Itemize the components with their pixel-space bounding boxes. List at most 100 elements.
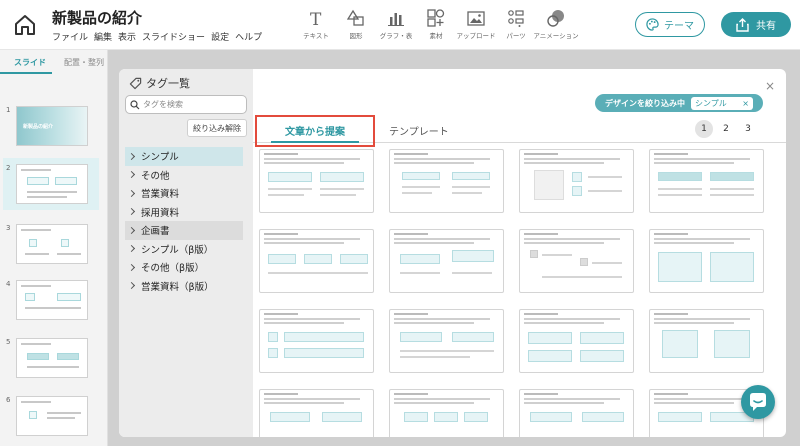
chevron-right-icon [127, 226, 136, 234]
tool-materials[interactable]: 素材 [416, 8, 456, 44]
filter-value: シンプル [695, 98, 727, 108]
menu-edit[interactable]: 編集 [94, 30, 112, 43]
clear-filter-button[interactable]: 絞り込み解除 [187, 119, 247, 137]
menu-bar: ファイル 編集 表示 スライドショー 設定 ヘルプ [52, 30, 262, 43]
template-card[interactable] [519, 229, 634, 293]
design-picker-modal: タグ一覧 タグを検索 絞り込み解除 シンプル その他 営業資料 採用資料 企画書… [119, 69, 786, 437]
filter-label: デザインを絞り込み中 [605, 98, 685, 108]
slide-thumbnail-2[interactable] [16, 164, 88, 204]
chevron-right-icon [127, 263, 136, 271]
tool-upload[interactable]: アップロード [456, 8, 496, 44]
chevron-right-icon [127, 171, 136, 179]
active-filter-pill: デザインを絞り込み中 シンプル × [595, 94, 763, 112]
template-card[interactable] [389, 389, 504, 437]
tag-list: シンプル その他 営業資料 採用資料 企画書 シンプル（β版） その他（β版） … [125, 147, 243, 295]
menu-slideshow[interactable]: スライドショー [142, 30, 205, 43]
tag-item-simple[interactable]: シンプル [125, 147, 243, 166]
tool-text[interactable]: T テキスト [296, 8, 336, 44]
slide-thumbnail-title: 新製品の紹介 [23, 124, 54, 130]
tab-slides[interactable]: スライド [0, 50, 52, 74]
template-card[interactable] [259, 149, 374, 213]
template-card[interactable] [389, 309, 504, 373]
materials-icon [427, 8, 445, 28]
slide-number: 1 [6, 106, 11, 114]
theme-button[interactable]: テーマ [635, 12, 705, 37]
tag-icon [129, 77, 142, 89]
tag-item-other[interactable]: その他 [125, 166, 243, 185]
home-icon[interactable] [12, 12, 38, 38]
tag-search-input[interactable]: タグを検索 [125, 95, 247, 114]
menu-help[interactable]: ヘルプ [235, 30, 262, 43]
parts-icon [507, 8, 525, 28]
theme-label: テーマ [664, 21, 694, 32]
page-1[interactable]: 1 [695, 120, 713, 138]
bar-chart-icon [387, 8, 405, 28]
tag-item-proposal[interactable]: 企画書 [125, 221, 243, 240]
top-bar: 新製品の紹介 ファイル 編集 表示 スライドショー 設定 ヘルプ T テキスト … [0, 0, 800, 50]
template-card[interactable] [649, 309, 764, 373]
pagination: 1 2 3 [695, 120, 757, 138]
slide-thumbnail-3[interactable] [16, 224, 88, 264]
chevron-right-icon [127, 245, 136, 253]
tag-item-sales[interactable]: 営業資料 [125, 184, 243, 203]
page-2[interactable]: 2 [717, 120, 735, 138]
tool-shapes[interactable]: 図形 [336, 8, 376, 44]
document-title[interactable]: 新製品の紹介 [52, 7, 142, 28]
text-icon: T [307, 8, 325, 28]
template-card[interactable] [519, 389, 634, 437]
filter-value-chip: シンプル × [691, 96, 753, 110]
menu-settings[interactable]: 設定 [211, 30, 229, 43]
slide-thumbnail-1[interactable]: 新製品の紹介 [16, 106, 88, 146]
tool-animation[interactable]: アニメーション [533, 8, 579, 44]
slide-thumbnail-6[interactable] [16, 396, 88, 436]
slide-panel: スライド 配置・整列 1 新製品の紹介 2 3 4 5 6 [0, 50, 108, 446]
chevron-right-icon [127, 282, 136, 290]
share-icon [736, 17, 749, 32]
slide-number: 3 [6, 224, 11, 232]
template-card[interactable] [259, 229, 374, 293]
animation-icon [547, 8, 565, 28]
slide-number: 6 [6, 396, 11, 404]
template-card[interactable] [259, 309, 374, 373]
chat-icon [750, 393, 766, 411]
slide-thumbnail-4[interactable] [16, 280, 88, 320]
tag-list-header: タグ一覧 [129, 75, 190, 91]
search-icon [130, 99, 140, 109]
slide-thumbnail-5[interactable] [16, 338, 88, 378]
template-card[interactable] [389, 229, 504, 293]
menu-file[interactable]: ファイル [52, 30, 88, 43]
tab-suggest-from-text[interactable]: 文章から提案 [255, 115, 375, 147]
tag-item-sales-beta[interactable]: 営業資料（β版） [125, 277, 243, 296]
palette-icon [646, 18, 659, 31]
image-upload-icon [467, 8, 485, 28]
tag-list-title: タグ一覧 [146, 77, 190, 90]
shapes-icon [347, 8, 365, 28]
tag-item-recruiting[interactable]: 採用資料 [125, 203, 243, 222]
slide-number: 5 [6, 338, 11, 346]
chat-support-button[interactable] [741, 385, 775, 419]
remove-filter-icon[interactable]: × [742, 99, 749, 108]
close-icon[interactable]: × [765, 79, 775, 93]
tool-chart[interactable]: グラフ・表 [376, 8, 416, 44]
chevron-right-icon [127, 152, 136, 160]
template-card[interactable] [389, 149, 504, 213]
chevron-right-icon [127, 208, 136, 216]
menu-view[interactable]: 表示 [118, 30, 136, 43]
template-card[interactable] [649, 149, 764, 213]
tag-item-other-beta[interactable]: その他（β版） [125, 258, 243, 277]
tab-templates[interactable]: テンプレート [389, 123, 449, 138]
slide-number: 2 [6, 164, 11, 172]
template-card[interactable] [519, 309, 634, 373]
search-placeholder: タグを検索 [143, 100, 183, 109]
slide-panel-tabs: スライド 配置・整列 [0, 50, 108, 74]
tool-parts[interactable]: パーツ [496, 8, 536, 44]
share-button[interactable]: 共有 [721, 12, 791, 37]
template-card[interactable] [259, 389, 374, 437]
insert-toolbar: T テキスト 図形 グラフ・表 素材 アップロード パーツ アニメーション [296, 8, 579, 44]
page-3[interactable]: 3 [739, 120, 757, 138]
tag-sidebar: タグ一覧 タグを検索 絞り込み解除 シンプル その他 営業資料 採用資料 企画書… [119, 69, 253, 437]
tab-arrange[interactable]: 配置・整列 [52, 50, 104, 74]
template-card[interactable] [519, 149, 634, 213]
tag-item-simple-beta[interactable]: シンプル（β版） [125, 240, 243, 259]
template-card[interactable] [649, 229, 764, 293]
